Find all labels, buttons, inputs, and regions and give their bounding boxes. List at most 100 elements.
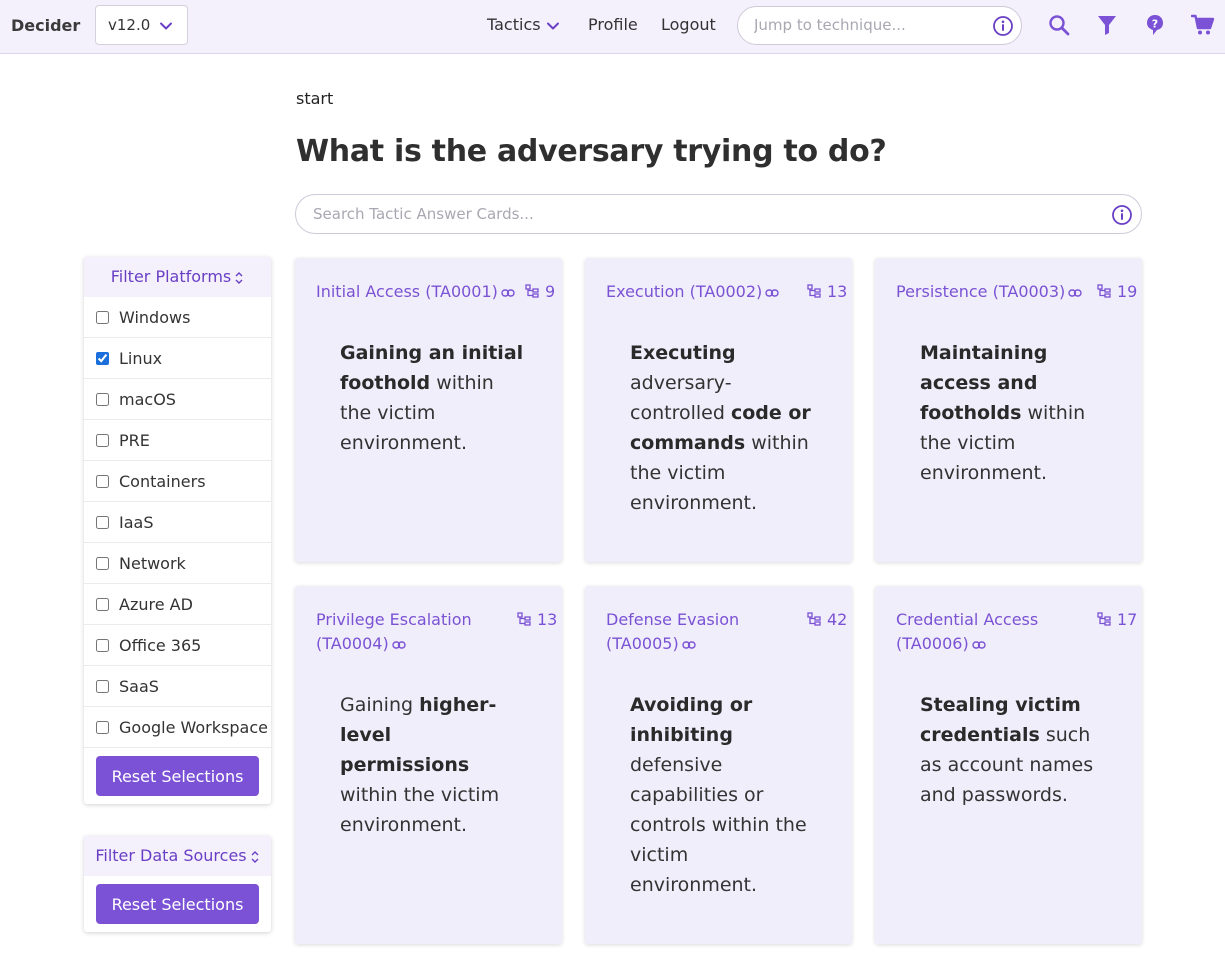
- technique-count: 19: [1097, 280, 1137, 305]
- platform-option[interactable]: Network: [84, 543, 271, 584]
- info-icon[interactable]: [1111, 204, 1133, 226]
- platform-checkbox[interactable]: [96, 598, 109, 611]
- tactic-card[interactable]: Persistence (TA0003) 19 Maintaining access…: [875, 258, 1142, 562]
- link-icon[interactable]: [765, 281, 779, 305]
- svg-text:?: ?: [1152, 18, 1158, 31]
- filter-platforms-title: Filter Platforms: [110, 267, 232, 286]
- platform-checkbox[interactable]: [96, 311, 109, 324]
- info-icon[interactable]: [992, 15, 1014, 37]
- sitemap-icon: [807, 609, 821, 633]
- reset-datasources-button[interactable]: Reset Selections: [96, 884, 259, 924]
- filter-datasources-header[interactable]: Filter Data Sources: [84, 836, 271, 876]
- chevron-down-icon: [160, 22, 172, 30]
- platform-label: macOS: [119, 390, 176, 409]
- tactic-name: Execution (TA0002): [606, 282, 763, 301]
- platform-label: Network: [119, 554, 186, 573]
- version-select[interactable]: v12.0: [95, 5, 188, 45]
- platform-label: PRE: [119, 431, 150, 450]
- link-icon[interactable]: [681, 633, 696, 657]
- sitemap-icon: [525, 281, 539, 305]
- filter-platforms-panel: Filter Platforms Windows Linux macOS PRE Con…: [84, 257, 271, 804]
- platform-checkbox[interactable]: [96, 680, 109, 693]
- tactic-name: Initial Access (TA0001): [316, 282, 498, 301]
- card-search-input[interactable]: [313, 205, 1093, 223]
- tactic-description: Stealing victim credentials such as acco…: [920, 690, 1105, 810]
- platform-checkbox[interactable]: [96, 639, 109, 652]
- platform-list: Windows Linux macOS PRE Containers IaaS Networ…: [84, 297, 271, 748]
- nav-logout-link[interactable]: Logout: [661, 15, 716, 34]
- platform-option[interactable]: Linux: [84, 338, 271, 379]
- platform-option[interactable]: SaaS: [84, 666, 271, 707]
- description-emphasis: Executing: [630, 342, 736, 364]
- platform-checkbox[interactable]: [96, 557, 109, 570]
- tactic-card[interactable]: Defense Evasion (TA0005) 42 Avoiding or in…: [585, 586, 852, 944]
- platform-option[interactable]: Google Workspace: [84, 707, 271, 748]
- link-icon[interactable]: [1068, 281, 1082, 305]
- platform-label: IaaS: [119, 513, 154, 532]
- tactic-card[interactable]: Execution (TA0002) 13 Executing adversary-…: [585, 258, 852, 562]
- nav-tactics-dropdown[interactable]: Tactics: [487, 15, 559, 34]
- platform-label: Linux: [119, 349, 163, 368]
- collapse-icon: [251, 850, 259, 863]
- cart-icon[interactable]: [1191, 14, 1215, 36]
- tactic-card-title[interactable]: Execution (TA0002): [606, 280, 806, 305]
- sitemap-icon: [517, 609, 531, 633]
- technique-count-value: 17: [1117, 610, 1138, 629]
- tactic-description: Gaining higher-level permissions within …: [340, 690, 525, 840]
- tactic-card[interactable]: Initial Access (TA0001) 9 Gaining an initi…: [295, 258, 562, 562]
- description-text: adversary-controlled: [630, 372, 732, 424]
- filter-platforms-header[interactable]: Filter Platforms: [84, 257, 271, 297]
- tactic-card-title[interactable]: Privilege Escalation (TA0004): [316, 608, 476, 657]
- nav-tactics-label: Tactics: [487, 15, 541, 34]
- platform-label: Azure AD: [119, 595, 193, 614]
- link-icon[interactable]: [391, 633, 406, 657]
- platform-option[interactable]: Office 365: [84, 625, 271, 666]
- platform-checkbox[interactable]: [96, 516, 109, 529]
- tactic-card-title[interactable]: Credential Access (TA0006): [896, 608, 1056, 657]
- technique-count: 9: [525, 280, 555, 305]
- tactic-card-title[interactable]: Defense Evasion (TA0005): [606, 608, 766, 657]
- platform-checkbox[interactable]: [96, 475, 109, 488]
- platform-option[interactable]: Azure AD: [84, 584, 271, 625]
- tactic-card-title[interactable]: Persistence (TA0003): [896, 280, 1096, 305]
- brand-logo[interactable]: Decider: [11, 16, 80, 35]
- tactic-description: Gaining an initial foothold within the v…: [340, 338, 525, 458]
- search-icon[interactable]: [1048, 14, 1070, 36]
- jump-to-technique-input[interactable]: [754, 16, 984, 34]
- technique-count: 13: [807, 280, 847, 305]
- filter-icon[interactable]: [1097, 14, 1117, 36]
- platform-checkbox[interactable]: [96, 721, 109, 734]
- platform-option[interactable]: IaaS: [84, 502, 271, 543]
- platform-label: Google Workspace: [119, 718, 268, 737]
- sitemap-icon: [807, 281, 821, 305]
- chevron-down-icon: [547, 22, 559, 30]
- technique-count-value: 19: [1117, 282, 1138, 301]
- reset-platforms-button[interactable]: Reset Selections: [96, 756, 259, 796]
- sitemap-icon: [1097, 609, 1111, 633]
- filter-datasources-title: Filter Data Sources: [95, 846, 247, 865]
- platform-checkbox[interactable]: [96, 352, 109, 365]
- tactic-card-title[interactable]: Initial Access (TA0001): [316, 280, 516, 305]
- technique-count: 13: [517, 608, 557, 633]
- version-value: v12.0: [108, 16, 151, 34]
- platform-option[interactable]: PRE: [84, 420, 271, 461]
- description-text: defensive capabilities or controls withi…: [630, 754, 807, 896]
- platform-checkbox[interactable]: [96, 393, 109, 406]
- filter-datasources-panel: Filter Data Sources Reset Selections: [84, 836, 271, 932]
- link-icon[interactable]: [971, 633, 986, 657]
- tactic-card[interactable]: Credential Access (TA0006) 17 Stealing vic…: [875, 586, 1142, 944]
- platform-option[interactable]: Windows: [84, 297, 271, 338]
- platform-label: SaaS: [119, 677, 159, 696]
- tactic-name: Defense Evasion (TA0005): [606, 610, 740, 653]
- tactic-card[interactable]: Privilege Escalation (TA0004) 13 Gaining h…: [295, 586, 562, 944]
- tactic-name: Credential Access (TA0006): [896, 610, 1039, 653]
- breadcrumb[interactable]: start: [296, 89, 333, 108]
- nav-profile-link[interactable]: Profile: [588, 15, 638, 34]
- description-text: within the victim environment.: [340, 784, 500, 836]
- help-icon[interactable]: ?: [1145, 14, 1165, 36]
- platform-checkbox[interactable]: [96, 434, 109, 447]
- link-icon[interactable]: [501, 281, 515, 305]
- platform-option[interactable]: macOS: [84, 379, 271, 420]
- description-text: Gaining: [340, 694, 420, 716]
- platform-option[interactable]: Containers: [84, 461, 271, 502]
